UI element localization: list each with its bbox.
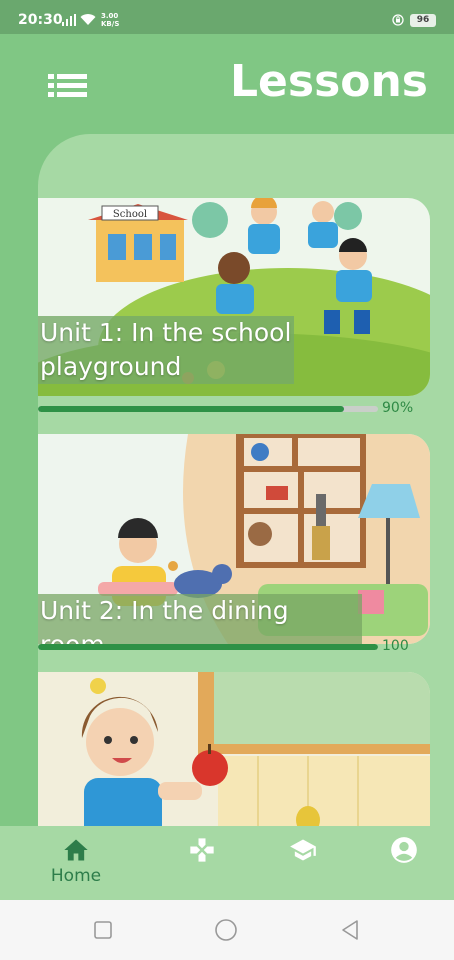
lesson-progress-fill	[38, 406, 344, 412]
back-icon[interactable]	[338, 918, 362, 942]
nav-label-home: Home	[50, 866, 102, 886]
signal-icon	[62, 14, 76, 26]
lessons-list: School Unit 1: In the school playground …	[38, 134, 454, 826]
lesson-title: Unit 2: In the dining room	[38, 594, 362, 644]
home-icon	[64, 839, 88, 861]
lesson-card-unit-1[interactable]: School Unit 1: In the school playground	[38, 198, 430, 396]
gamepad-icon	[190, 838, 214, 862]
page-title: Lessons	[230, 56, 428, 107]
school-sign: School	[113, 209, 147, 220]
network-speed: 3.00 KB/S	[101, 12, 120, 28]
lesson-card-unit-2[interactable]: Unit 2: In the dining room	[38, 434, 430, 644]
rotation-lock-icon	[392, 14, 404, 26]
app-header: Lessons	[0, 34, 454, 134]
lesson-progress-bar	[38, 644, 378, 650]
nav-item-games[interactable]	[152, 826, 252, 900]
status-time: 20:30	[18, 12, 63, 28]
nav-item-profile[interactable]	[354, 826, 454, 900]
lesson-progress-label: 100	[382, 638, 409, 654]
graduation-cap-icon	[290, 839, 316, 861]
battery-indicator: 96	[410, 14, 436, 27]
bottom-navigation: Home	[0, 826, 454, 900]
lesson-progress-bar	[38, 406, 378, 412]
nav-item-home[interactable]: Home	[26, 826, 126, 900]
lesson-card-unit-3[interactable]	[38, 672, 430, 826]
system-home-icon[interactable]	[214, 918, 238, 942]
status-bar: 20:30 3.00 KB/S 96	[0, 0, 454, 34]
wifi-icon	[80, 14, 96, 25]
account-icon	[391, 837, 417, 863]
system-navigation-bar	[0, 900, 454, 960]
recent-apps-icon[interactable]	[91, 918, 115, 942]
menu-list-icon[interactable]	[46, 70, 90, 100]
lesson-progress-fill	[38, 644, 378, 650]
lesson-progress-label: 90%	[382, 400, 414, 416]
lesson-title: Unit 1: In the school playground	[38, 316, 294, 384]
kitchen-illustration	[38, 672, 430, 826]
nav-item-learn[interactable]	[253, 826, 353, 900]
